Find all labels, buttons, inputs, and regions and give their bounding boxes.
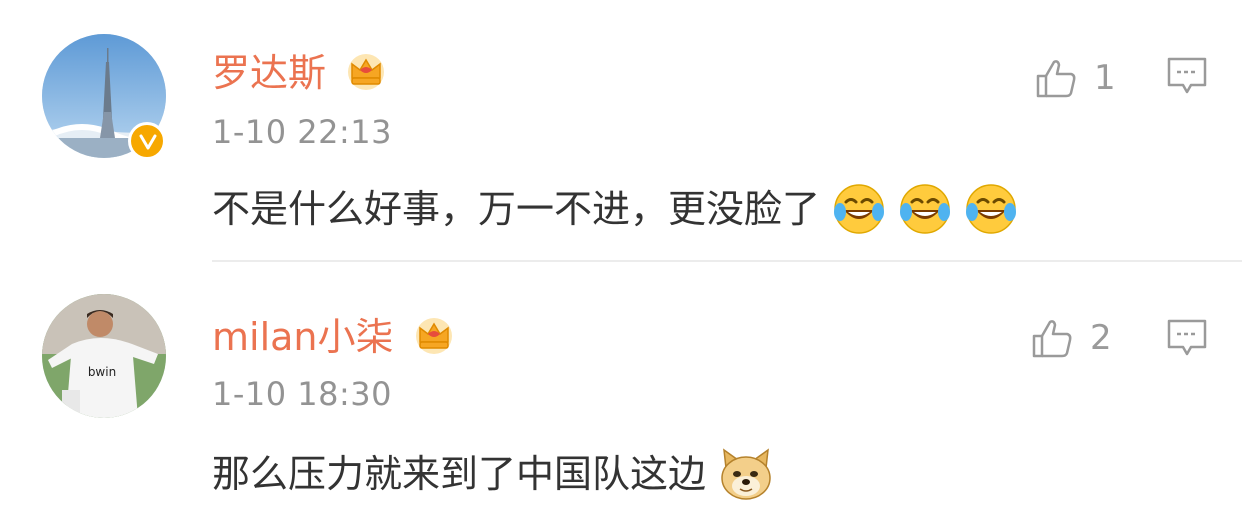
comment-text: 不是什么好事，万一不进，更没脸了 [212,182,1018,236]
comment-text: 那么压力就来到了中国队这边 [212,446,774,502]
verified-badge-icon [128,122,166,160]
comment-item: 罗达斯 1-10 22:13 不是什么好事，万一不进，更没脸了 1 [0,0,1242,262]
laugh-cry-icon [900,184,951,234]
like-count: 1 [1094,58,1116,98]
like-button[interactable]: 2 [1030,316,1112,360]
like-count: 2 [1090,318,1112,358]
avatar[interactable]: bwin [42,294,166,418]
vip-crown-icon [416,318,452,354]
comment-body: 不是什么好事，万一不进，更没脸了 [212,187,821,231]
doge-icon [721,448,771,500]
laugh-cry-icon [834,184,885,234]
vip-crown-icon [348,54,384,90]
reply-button[interactable] [1166,56,1208,96]
laugh-cry-icon [966,184,1017,234]
thumbs-up-icon [1032,320,1072,358]
timestamp: 1-10 22:13 [212,113,393,151]
timestamp: 1-10 18:30 [212,375,393,413]
comment-item: bwin milan小柒 1-10 18:30 那么压力就来到了中国队这边 2 [0,262,1242,517]
comment-body: 那么压力就来到了中国队这边 [212,452,707,496]
username[interactable]: milan小柒 [212,318,394,356]
reply-button[interactable] [1166,318,1208,358]
username[interactable]: 罗达斯 [212,54,326,92]
svg-text:bwin: bwin [88,365,116,379]
like-button[interactable]: 1 [1034,56,1116,100]
player-photo-icon: bwin [42,294,166,418]
thumbs-up-icon [1036,60,1076,98]
